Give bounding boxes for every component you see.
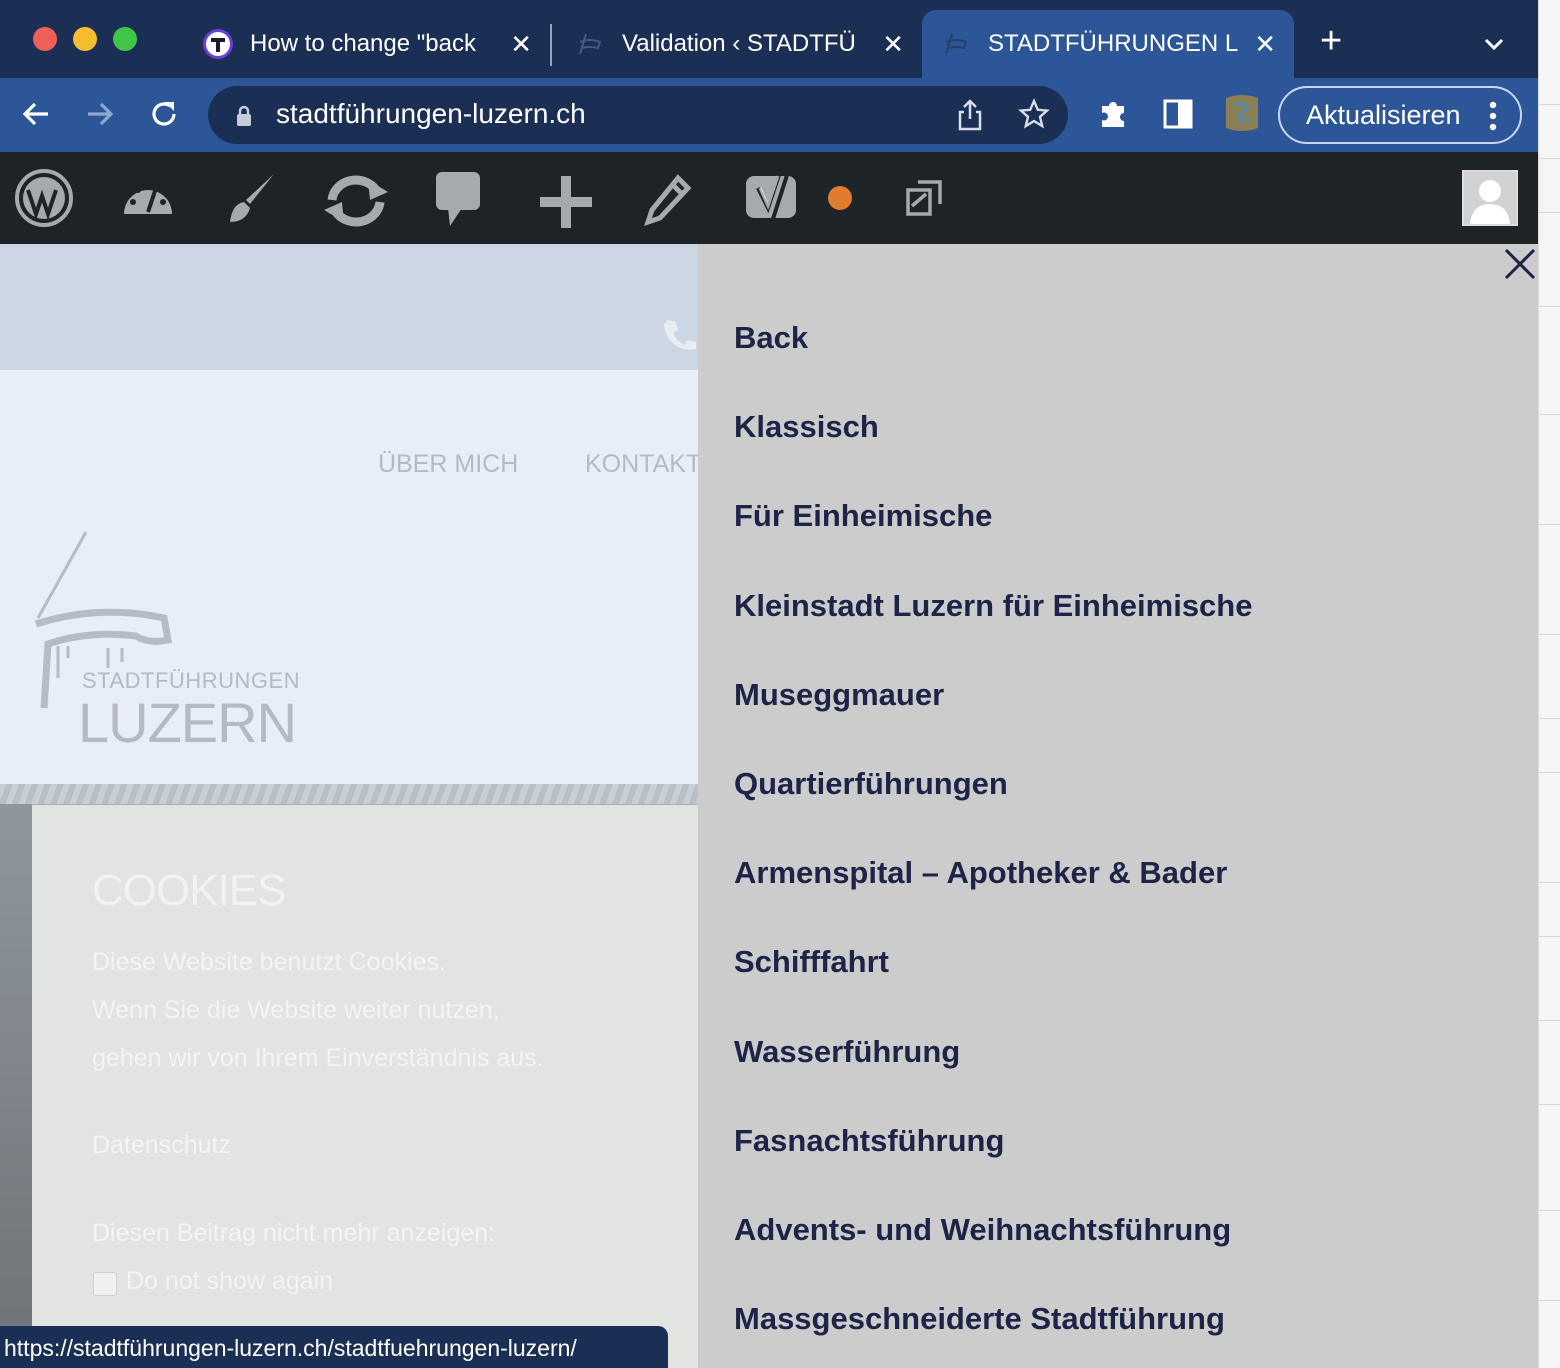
bookmark-star-icon[interactable] (1018, 98, 1050, 130)
grid-line (1539, 524, 1560, 525)
share-icon[interactable] (956, 98, 984, 132)
tab-separator (550, 24, 552, 66)
grid-line (1539, 158, 1560, 159)
tab-stadtfuehrungen-active[interactable]: STADTFÜHRUNGEN L ✕ (922, 10, 1294, 78)
site-top-bar (0, 244, 698, 370)
close-icon[interactable]: ✕ (1254, 29, 1276, 60)
status-bar-url: https://stadtführungen-luzern.ch/stadtfu… (0, 1326, 668, 1368)
dashboard-icon[interactable] (120, 174, 176, 222)
site-logo-icon (945, 33, 968, 55)
cookie-text-line2: Wenn Sie die Website weiter nutzen, (92, 996, 500, 1024)
do-not-show-checkbox[interactable] (93, 1272, 117, 1296)
reload-icon[interactable] (146, 96, 182, 132)
grid-line (1539, 306, 1560, 307)
grid-line (1539, 1210, 1560, 1211)
menu-item-massgeschneiderte[interactable]: Massgeschneiderte Stadtführung (734, 1301, 1225, 1337)
menu-item-klassisch[interactable]: Klassisch (734, 409, 879, 445)
menu-item-wasserfuehrung[interactable]: Wasserführung (734, 1034, 960, 1070)
offcanvas-menu: Back Klassisch Für Einheimische Kleinsta… (698, 244, 1538, 1368)
grid-line (1539, 414, 1560, 415)
user-avatar[interactable] (1462, 170, 1518, 226)
back-arrow-icon[interactable] (18, 96, 54, 132)
grid-line (1539, 936, 1560, 937)
tab-title: Validation ‹ STADTFÜ (622, 30, 856, 57)
site-logo-icon (579, 33, 602, 55)
grid-line (1539, 104, 1560, 105)
side-panel-icon[interactable] (1160, 96, 1196, 132)
grid-line (1539, 1104, 1560, 1105)
hero-image-edge (0, 804, 32, 1368)
menu-item-fasnachtsfuehrung[interactable]: Fasnachtsführung (734, 1123, 1004, 1159)
yoast-icon[interactable] (744, 166, 800, 230)
chevron-down-icon[interactable] (1478, 28, 1510, 60)
cookie-hide-label: Diesen Beitrag nicht mehr anzeigen: (92, 1219, 496, 1247)
wordpress-icon[interactable] (14, 168, 74, 228)
do-not-show-label[interactable]: Do not show again (126, 1267, 333, 1296)
grid-line (1539, 772, 1560, 773)
new-tab-button[interactable]: + (1320, 22, 1342, 60)
tab-how-to-change[interactable]: How to change "back ✕ (184, 10, 550, 78)
logo-text-big: LUZERN (78, 691, 297, 754)
duplicate-icon[interactable] (902, 176, 946, 220)
minimize-window-button[interactable] (73, 27, 97, 51)
phone-icon (664, 320, 696, 350)
background-window-edge (1538, 0, 1560, 1368)
tab-title: How to change "back (250, 30, 476, 57)
user-avatar-icon (1464, 172, 1516, 224)
updates-icon[interactable] (318, 170, 394, 230)
browser-toolbar: stadtführungen-luzern.ch Aktualisieren (0, 78, 1538, 152)
edit-icon[interactable] (644, 174, 692, 226)
t-circle-icon (203, 29, 233, 59)
grid-line (1539, 882, 1560, 883)
profile-extension-icon[interactable] (1222, 92, 1262, 134)
nav-link-kontakt[interactable]: KONTAKT (585, 450, 698, 479)
yoast-notification-dot (828, 186, 852, 210)
grid-line (1539, 634, 1560, 635)
cookie-text-line1: Diese Website benutzt Cookies. (92, 948, 446, 976)
menu-item-advents-weihnachtsfuehrung[interactable]: Advents- und Weihnachtsführung (734, 1212, 1231, 1248)
menu-item-kleinstadt-luzern[interactable]: Kleinstadt Luzern für Einheimische (734, 588, 1252, 624)
cookie-privacy-link[interactable]: Datenschutz (92, 1131, 231, 1160)
nav-link-ueber-mich[interactable]: ÜBER MICH (378, 450, 518, 479)
wp-admin-bar (0, 152, 1538, 244)
more-vertical-icon[interactable] (1488, 100, 1498, 132)
cookie-text-line3: gehen wir von Ihrem Einverständnis aus. (92, 1044, 544, 1072)
menu-item-armenspital[interactable]: Armenspital – Apotheker & Bader (734, 855, 1227, 891)
close-window-button[interactable] (33, 27, 57, 51)
lock-icon[interactable] (234, 104, 254, 128)
menu-item-quartierfuehrungen[interactable]: Quartierführungen (734, 766, 1008, 802)
comments-icon[interactable] (434, 170, 482, 230)
grid-line (1539, 1020, 1560, 1021)
address-bar[interactable]: stadtführungen-luzern.ch (208, 86, 1068, 144)
tab-title: STADTFÜHRUNGEN L (988, 30, 1239, 57)
maximize-window-button[interactable] (113, 27, 137, 51)
menu-item-museggmauer[interactable]: Museggmauer (734, 677, 944, 713)
new-icon[interactable] (538, 174, 594, 230)
grid-line (1539, 1300, 1560, 1301)
update-button[interactable]: Aktualisieren (1278, 86, 1522, 144)
menu-item-schifffahrt[interactable]: Schifffahrt (734, 944, 889, 980)
url-text[interactable]: stadtführungen-luzern.ch (276, 98, 586, 130)
menu-item-fuer-einheimische[interactable]: Für Einheimische (734, 498, 992, 534)
menu-item-back[interactable]: Back (734, 320, 808, 356)
close-icon[interactable]: ✕ (510, 29, 532, 60)
hero-image-texture (0, 784, 698, 804)
extensions-puzzle-icon[interactable] (1096, 96, 1132, 132)
forward-arrow-icon[interactable] (82, 96, 118, 132)
customize-icon[interactable] (224, 170, 280, 226)
cookie-title: COOKIES (92, 866, 286, 915)
close-icon[interactable]: ✕ (882, 29, 904, 60)
grid-line (1539, 212, 1560, 213)
tab-strip: How to change "back ✕ Validation ‹ STADT… (0, 0, 1538, 78)
grid-line (1539, 718, 1560, 719)
update-label: Aktualisieren (1306, 99, 1461, 130)
tab-validation[interactable]: Validation ‹ STADTFÜ ✕ (556, 10, 922, 78)
close-icon[interactable] (1502, 246, 1538, 282)
